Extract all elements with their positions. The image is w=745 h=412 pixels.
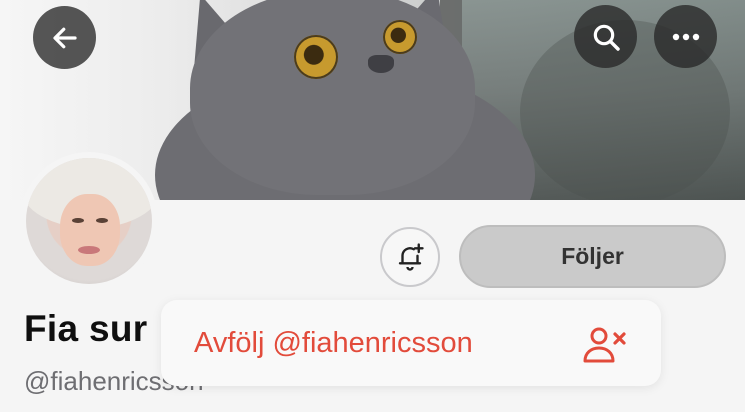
ellipsis-icon xyxy=(672,33,699,40)
avatar-photo xyxy=(26,158,152,284)
following-button[interactable]: Följer xyxy=(459,225,726,288)
banner-cat-head xyxy=(190,0,475,195)
banner-cat-nose xyxy=(368,55,394,73)
search-icon xyxy=(593,24,620,51)
back-button[interactable] xyxy=(33,6,96,69)
follow-options-menu: Avfölj @fiahenricsson xyxy=(161,300,661,386)
avatar-eye-left xyxy=(72,218,84,223)
profile-display-name: Fia sur xyxy=(24,308,148,349)
avatar[interactable] xyxy=(20,152,158,290)
avatar-face xyxy=(60,194,120,266)
user-remove-icon xyxy=(583,327,626,363)
bell-plus-icon xyxy=(398,243,424,271)
search-button[interactable] xyxy=(574,5,637,68)
unfollow-menu-item[interactable]: Avfölj @fiahenricsson xyxy=(161,300,661,386)
notifications-button[interactable] xyxy=(380,227,440,287)
banner-cat-eye-left xyxy=(294,35,338,79)
avatar-eye-right xyxy=(96,218,108,223)
avatar-lips xyxy=(78,246,100,254)
more-options-button[interactable] xyxy=(654,5,717,68)
arrow-left-icon xyxy=(52,27,77,48)
banner-cat-eye-right xyxy=(383,20,417,54)
unfollow-menu-label: Avfölj @fiahenricsson xyxy=(194,327,473,359)
